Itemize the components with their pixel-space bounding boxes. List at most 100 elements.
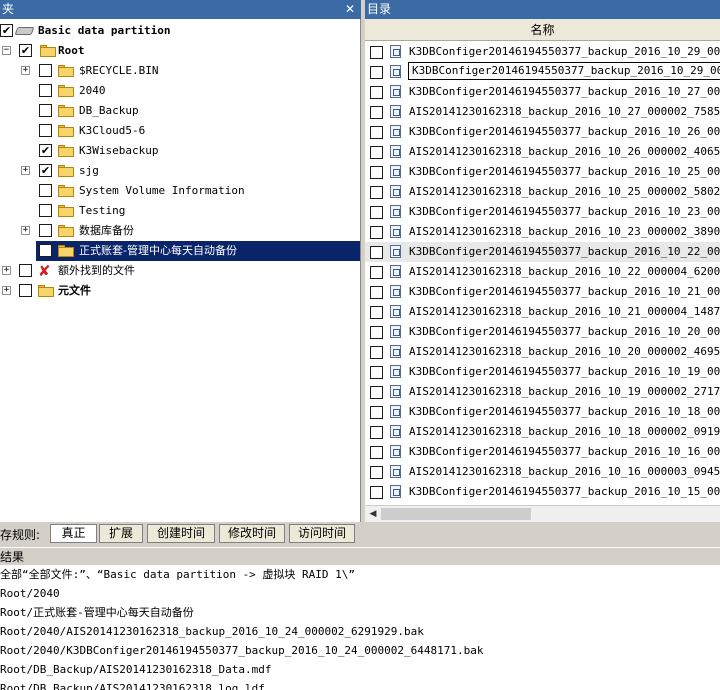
tree-checkbox[interactable] <box>39 184 52 197</box>
expand-icon[interactable]: + <box>2 286 11 295</box>
tree-checkbox[interactable] <box>39 64 52 77</box>
file-row[interactable]: K3DBConfiger20146194550377_backup_2016_1… <box>365 162 720 182</box>
tree-checkbox[interactable] <box>39 224 52 237</box>
file-row[interactable]: AIS20141230162318_backup_2016_10_22_0000… <box>365 262 720 282</box>
file-row[interactable]: K3DBConfiger20146194550377_backup_2016_1… <box>365 402 720 422</box>
sort-button[interactable]: 创建时间 <box>147 524 215 543</box>
tree-item[interactable]: + ✘ 额外找到的文件 <box>0 261 360 281</box>
file-row[interactable]: AIS20141230162318_backup_2016_10_20_0000… <box>365 342 720 362</box>
tree-item[interactable]: ✔ Basic data partition <box>0 21 360 41</box>
file-row[interactable]: K3DBConfiger20146194550377_backup_2016_1… <box>365 442 720 462</box>
file-checkbox[interactable] <box>370 286 383 299</box>
tree-item[interactable]: K3Cloud5-6 <box>0 121 360 141</box>
file-row[interactable]: AIS20141230162318_backup_2016_10_19_0000… <box>365 382 720 402</box>
tree-checkbox[interactable] <box>39 104 52 117</box>
tree-checkbox[interactable] <box>39 124 52 137</box>
file-checkbox[interactable] <box>370 406 383 419</box>
scrollbar-thumb[interactable] <box>381 508 531 520</box>
file-row[interactable]: K3DBConfiger20146194550377_backup_2016_1… <box>365 82 720 102</box>
file-list[interactable]: 名称 K3DBConfiger20146194550377_backup_201… <box>365 19 720 522</box>
file-checkbox[interactable] <box>370 226 383 239</box>
file-row[interactable]: K3DBConfiger20146194550377_backup_2016_1… <box>365 122 720 142</box>
tree-item[interactable]: + 数据库备份 <box>0 221 360 241</box>
result-line[interactable]: Root/DB_Backup/AIS20141230162318_Data.md… <box>0 660 272 679</box>
file-row[interactable]: AIS20141230162318_backup_2016_10_26_0000… <box>365 142 720 162</box>
file-row[interactable]: AIS20141230162318_backup_2016_10_16_0000… <box>365 462 720 482</box>
expand-icon[interactable]: + <box>21 66 30 75</box>
folder-icon <box>58 225 74 237</box>
file-row[interactable]: AIS20141230162318_backup_2016_10_23_0000… <box>365 222 720 242</box>
tree-item[interactable]: ✔ K3Wisebackup <box>0 141 360 161</box>
result-line[interactable]: Root/2040/AIS20141230162318_backup_2016_… <box>0 622 424 641</box>
file-checkbox[interactable] <box>370 206 383 219</box>
file-checkbox[interactable] <box>370 366 383 379</box>
file-checkbox[interactable] <box>370 346 383 359</box>
file-checkbox[interactable] <box>370 306 383 319</box>
close-icon[interactable]: ✕ <box>345 0 355 19</box>
file-checkbox[interactable] <box>370 106 383 119</box>
collapse-icon[interactable]: − <box>2 46 11 55</box>
file-checkbox[interactable] <box>370 146 383 159</box>
tree-item[interactable]: Testing <box>0 201 360 221</box>
tree-item[interactable]: + $RECYCLE.BIN <box>0 61 360 81</box>
tree-item[interactable]: + 元文件 <box>0 281 360 301</box>
file-row[interactable]: K3DBConfiger20146194550377_backup_2016_1… <box>365 282 720 302</box>
sort-button[interactable]: 修改时间 <box>219 524 285 543</box>
tree-checkbox[interactable] <box>39 204 52 217</box>
file-checkbox[interactable] <box>370 186 383 199</box>
tree-item[interactable]: + ✔ sjg <box>0 161 360 181</box>
file-checkbox[interactable] <box>370 126 383 139</box>
tree-item[interactable]: System Volume Information <box>0 181 360 201</box>
tree-checkbox[interactable] <box>19 264 32 277</box>
file-checkbox[interactable] <box>370 66 383 79</box>
tree-checkbox[interactable]: ✔ <box>39 164 52 177</box>
tree-item[interactable]: DB_Backup <box>0 101 360 121</box>
file-row[interactable]: AIS20141230162318_backup_2016_10_25_0000… <box>365 182 720 202</box>
folder-tree[interactable]: ✔ Basic data partition − ✔ Root + $RECYCLE.BIN… <box>0 19 361 522</box>
file-checkbox[interactable] <box>370 246 383 259</box>
tree-checkbox[interactable]: ✔ <box>0 24 13 37</box>
file-checkbox[interactable] <box>370 166 383 179</box>
file-checkbox[interactable] <box>370 266 383 279</box>
file-row[interactable]: K3DBConfiger20146194550377_backup_2016_1… <box>365 242 720 262</box>
file-checkbox[interactable] <box>370 486 383 499</box>
results-list[interactable]: 全部“全部文件:”、“Basic data partition -> 虚拟块 R… <box>0 565 720 690</box>
file-checkbox[interactable] <box>370 86 383 99</box>
tree-checkbox[interactable] <box>39 244 52 257</box>
tree-item[interactable]: 正式账套-管理中心每天自动备份 <box>36 241 360 261</box>
result-line[interactable]: Root/2040 <box>0 584 60 603</box>
tree-checkbox[interactable]: ✔ <box>39 144 52 157</box>
horizontal-scrollbar[interactable]: ◀ <box>365 505 720 522</box>
expand-icon[interactable]: + <box>21 166 30 175</box>
tree-checkbox[interactable] <box>39 84 52 97</box>
file-row[interactable]: K3DBConfiger20146194550377_backup_2016_1… <box>365 202 720 222</box>
file-checkbox[interactable] <box>370 386 383 399</box>
file-checkbox[interactable] <box>370 46 383 59</box>
file-row[interactable]: K3DBConfiger20146194550377_backup_2016_1… <box>365 482 720 502</box>
file-checkbox[interactable] <box>370 446 383 459</box>
file-row[interactable]: K3DBConfiger20146194550377_backup_2016_1… <box>365 42 720 62</box>
sort-button[interactable]: 真正 <box>50 524 97 543</box>
result-line[interactable]: 全部“全部文件:”、“Basic data partition -> 虚拟块 R… <box>0 565 355 584</box>
result-line[interactable]: Root/正式账套-管理中心每天自动备份 <box>0 603 194 622</box>
expand-icon[interactable]: + <box>21 226 30 235</box>
sort-button[interactable]: 扩展 <box>99 524 143 543</box>
tree-checkbox[interactable]: ✔ <box>19 44 32 57</box>
file-row[interactable]: K3DBConfiger20146194550377_backup_2016_1… <box>365 362 720 382</box>
result-line[interactable]: Root/DB_Backup/AIS20141230162318_log.ldf <box>0 679 265 690</box>
result-line[interactable]: Root/2040/K3DBConfiger20146194550377_bac… <box>0 641 483 660</box>
file-row[interactable]: K3DBConfiger20146194550377_backup_2016_1… <box>365 322 720 342</box>
tree-checkbox[interactable] <box>19 284 32 297</box>
column-header-name[interactable]: 名称 <box>365 19 720 41</box>
file-row[interactable]: AIS20141230162318_backup_2016_10_27_0000… <box>365 102 720 122</box>
file-checkbox[interactable] <box>370 326 383 339</box>
file-row[interactable]: AIS20141230162318_backup_2016_10_18_0000… <box>365 422 720 442</box>
scroll-left-icon[interactable]: ◀ <box>367 508 379 520</box>
file-row[interactable]: AIS20141230162318_backup_2016_10_21_0000… <box>365 302 720 322</box>
tree-item[interactable]: 2040 <box>0 81 360 101</box>
file-checkbox[interactable] <box>370 426 383 439</box>
expand-icon[interactable]: + <box>2 266 11 275</box>
sort-button[interactable]: 访问时间 <box>289 524 355 543</box>
tree-item[interactable]: − ✔ Root <box>0 41 360 61</box>
file-checkbox[interactable] <box>370 466 383 479</box>
